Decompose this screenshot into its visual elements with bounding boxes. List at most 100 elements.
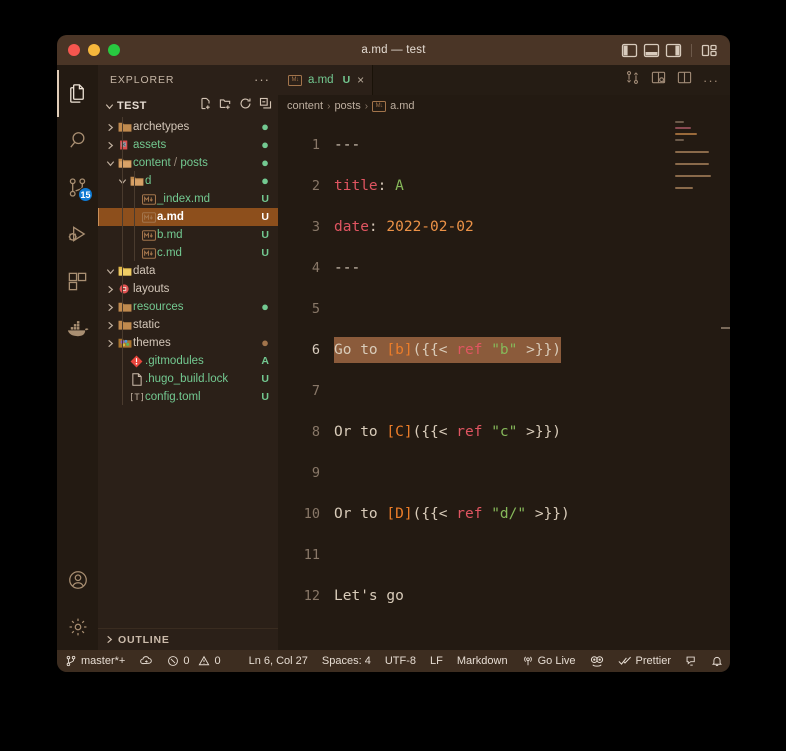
status-indentation[interactable]: Spaces: 4: [315, 650, 378, 672]
activity-docker[interactable]: [57, 305, 98, 352]
code-line[interactable]: 11: [278, 534, 730, 575]
tree-row[interactable]: [T] config.toml U: [98, 388, 278, 406]
tree-row[interactable]: static: [98, 316, 278, 334]
chevron-down-icon[interactable]: [104, 158, 116, 169]
code-line-text-highlighted[interactable]: Go to [b]({{< ref "b" >}}): [334, 336, 562, 363]
tab-a-md[interactable]: M↓ a.md U ×: [278, 65, 374, 95]
status-eol[interactable]: LF: [423, 650, 450, 672]
status-prettier[interactable]: Prettier: [611, 650, 678, 672]
activity-extensions[interactable]: [57, 258, 98, 305]
breadcrumb-item-posts[interactable]: posts: [334, 100, 360, 112]
code-line[interactable]: 1 ---: [278, 124, 730, 165]
split-editor-icon[interactable]: [677, 70, 692, 90]
collapse-all-icon[interactable]: [259, 97, 272, 115]
tree-row[interactable]: b.md U: [98, 226, 278, 244]
code-line-text[interactable]: ---: [334, 255, 360, 281]
code-line-text[interactable]: title: A: [334, 173, 404, 199]
chevron-right-icon[interactable]: [104, 122, 116, 133]
tree-row[interactable]: c.md U: [98, 244, 278, 262]
breadcrumb-item-content[interactable]: content: [287, 100, 323, 112]
code-lines[interactable]: 1 --- 2 title: A 3 date: 2022-02-02 4 --- 5 6 Go t…: [278, 117, 730, 616]
open-preview-to-side-icon[interactable]: [651, 70, 666, 90]
breadcrumb-item-file[interactable]: a.md: [390, 100, 414, 112]
status-sync[interactable]: [132, 650, 160, 672]
activity-manage-settings[interactable]: [57, 603, 98, 650]
activity-source-control[interactable]: 15: [57, 164, 98, 211]
tree-row[interactable]: _index.md U: [98, 190, 278, 208]
code-line[interactable]: 4 ---: [278, 247, 730, 288]
minimize-window-button[interactable]: [88, 44, 100, 56]
sidebar-more-actions-icon[interactable]: ···: [254, 73, 270, 86]
status-cursor-position[interactable]: Ln 6, Col 27: [242, 650, 315, 672]
toggle-panel-icon[interactable]: [643, 43, 660, 57]
code-line[interactable]: 12 Let's go: [278, 575, 730, 616]
tree-row[interactable]: themes ●: [98, 334, 278, 352]
sidebar-title: EXPLORER: [110, 74, 175, 86]
toggle-primary-sidebar-icon[interactable]: [621, 43, 638, 57]
code-line-text[interactable]: date: 2022-02-02: [334, 214, 474, 240]
code-line-text[interactable]: Let's go: [334, 583, 404, 609]
activity-search[interactable]: [57, 117, 98, 164]
code-line-text[interactable]: Or to [D]({{< ref "d/" >}}): [334, 501, 570, 527]
code-line[interactable]: 10 Or to [D]({{< ref "d/" >}}): [278, 493, 730, 534]
workspace-root-row[interactable]: TEST: [98, 95, 278, 117]
more-actions-icon[interactable]: ···: [703, 74, 719, 87]
chevron-down-icon[interactable]: [104, 101, 115, 112]
file-tree[interactable]: archetypes ● assets ● content / posts ● d ● _ind…: [98, 117, 278, 628]
code-line-text[interactable]: ---: [334, 132, 360, 158]
code-line[interactable]: 3 date: 2022-02-02: [278, 206, 730, 247]
tree-row[interactable]: .gitmodules A: [98, 352, 278, 370]
code-line[interactable]: 5: [278, 288, 730, 329]
status-problems[interactable]: 0 0: [160, 650, 227, 672]
new-folder-icon[interactable]: [219, 97, 232, 115]
chevron-right-icon[interactable]: [104, 634, 115, 645]
tree-row[interactable]: content / posts ●: [98, 154, 278, 172]
customize-layout-icon[interactable]: [701, 44, 717, 57]
maximize-window-button[interactable]: [108, 44, 120, 56]
close-window-button[interactable]: [68, 44, 80, 56]
activity-explorer[interactable]: [57, 70, 98, 117]
status-language-mode[interactable]: Markdown: [450, 650, 515, 672]
chevron-right-icon[interactable]: [104, 338, 116, 349]
overview-ruler[interactable]: [721, 117, 730, 650]
line-number: 8: [311, 423, 320, 440]
status-smiley[interactable]: [583, 650, 611, 672]
status-notifications[interactable]: [704, 650, 730, 672]
chevron-right-icon[interactable]: [104, 284, 116, 295]
refresh-icon[interactable]: [239, 97, 252, 115]
status-branch[interactable]: master*+: [57, 650, 132, 672]
tree-row[interactable]: layouts: [98, 280, 278, 298]
toggle-secondary-sidebar-icon[interactable]: [665, 43, 682, 57]
outline-section-header[interactable]: OUTLINE: [98, 628, 278, 650]
tree-row-label: resources: [133, 301, 184, 313]
tree-row[interactable]: archetypes ●: [98, 118, 278, 136]
code-editor[interactable]: 1 --- 2 title: A 3 date: 2022-02-02 4 --- 5 6 Go t…: [278, 117, 730, 650]
tree-row[interactable]: d ●: [98, 172, 278, 190]
code-token: [: [386, 341, 396, 358]
breadcrumb[interactable]: content › posts › M↓ a.md: [278, 95, 730, 117]
code-line[interactable]: 6 Go to [b]({{< ref "b" >}}): [278, 329, 730, 370]
code-line-text[interactable]: Or to [C]({{< ref "c" >}}): [334, 419, 561, 445]
tree-row[interactable]: .hugo_build.lock U: [98, 370, 278, 388]
status-remote-feedback[interactable]: [678, 650, 704, 672]
close-icon[interactable]: ×: [357, 73, 364, 87]
tree-row-selected[interactable]: a.md U: [98, 208, 278, 226]
status-go-live[interactable]: Go Live: [515, 650, 583, 672]
chevron-right-icon[interactable]: [104, 140, 116, 151]
code-token: ref: [456, 341, 483, 358]
code-line[interactable]: 8 Or to [C]({{< ref "c" >}}): [278, 411, 730, 452]
code-line[interactable]: 2 title: A: [278, 165, 730, 206]
code-line[interactable]: 7: [278, 370, 730, 411]
tree-row[interactable]: assets ●: [98, 136, 278, 154]
activity-accounts[interactable]: [57, 556, 98, 603]
new-file-icon[interactable]: [199, 97, 212, 115]
tree-row[interactable]: data: [98, 262, 278, 280]
activity-run-and-debug[interactable]: [57, 211, 98, 258]
tree-row[interactable]: resources ●: [98, 298, 278, 316]
chevron-down-icon[interactable]: [104, 266, 116, 277]
status-encoding[interactable]: UTF-8: [378, 650, 423, 672]
chevron-right-icon[interactable]: [104, 320, 116, 331]
code-line[interactable]: 9: [278, 452, 730, 493]
chevron-right-icon[interactable]: [104, 302, 116, 313]
run-markdown-icon[interactable]: [625, 70, 640, 90]
